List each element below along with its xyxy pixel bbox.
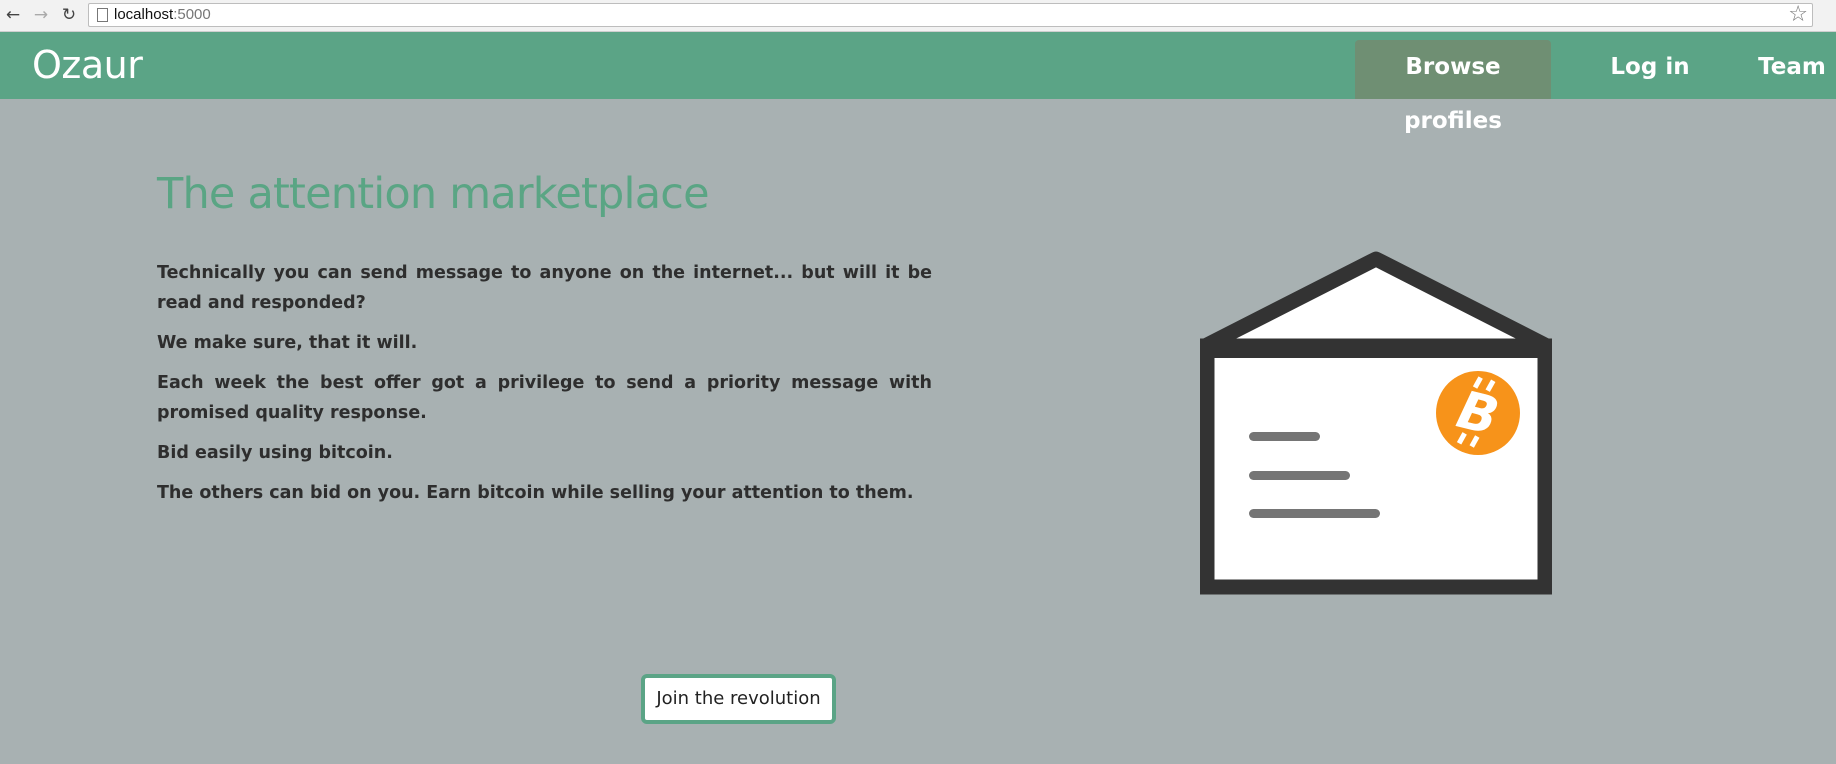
nav-log-in[interactable]: Log in <box>1600 40 1700 99</box>
hero-paragraph-1: Technically you can send message to anyo… <box>157 263 932 313</box>
hero-paragraph-4: Bid easily using bitcoin. <box>157 443 393 463</box>
hero-paragraph-3: Each week the best offer got a privilege… <box>157 373 932 423</box>
bookmark-star-icon[interactable]: ☆ <box>1788 4 1808 26</box>
reload-icon[interactable]: ↻ <box>58 4 80 26</box>
envelope-bitcoin-icon: B <box>1200 251 1552 595</box>
url-text: localhost:5000 <box>114 6 211 24</box>
hero-paragraph-2: We make sure, that it will. <box>157 333 418 353</box>
brand-logo[interactable]: Ozaur <box>32 42 143 88</box>
url-port: :5000 <box>173 6 211 23</box>
hero-copy: Technically you can send message to anyo… <box>157 258 932 518</box>
page-icon <box>97 8 108 22</box>
back-arrow-icon[interactable]: ← <box>2 4 24 26</box>
hero-title: The attention marketplace <box>157 169 710 219</box>
hero-paragraph-5: The others can bid on you. Earn bitcoin … <box>157 483 914 503</box>
nav-team[interactable]: Team <box>1748 40 1836 99</box>
browser-toolbar: ← → ↻ localhost:5000 ☆ <box>0 0 1836 32</box>
url-host: localhost <box>114 6 174 23</box>
forward-arrow-icon[interactable]: → <box>30 4 52 26</box>
join-the-revolution-button[interactable]: Join the revolution <box>641 674 836 724</box>
site-navbar: Ozaur Browse profiles Log in Team <box>0 32 1836 134</box>
address-bar[interactable]: localhost:5000 ☆ <box>88 3 1813 27</box>
nav-browse-profiles[interactable]: Browse profiles <box>1355 40 1551 134</box>
